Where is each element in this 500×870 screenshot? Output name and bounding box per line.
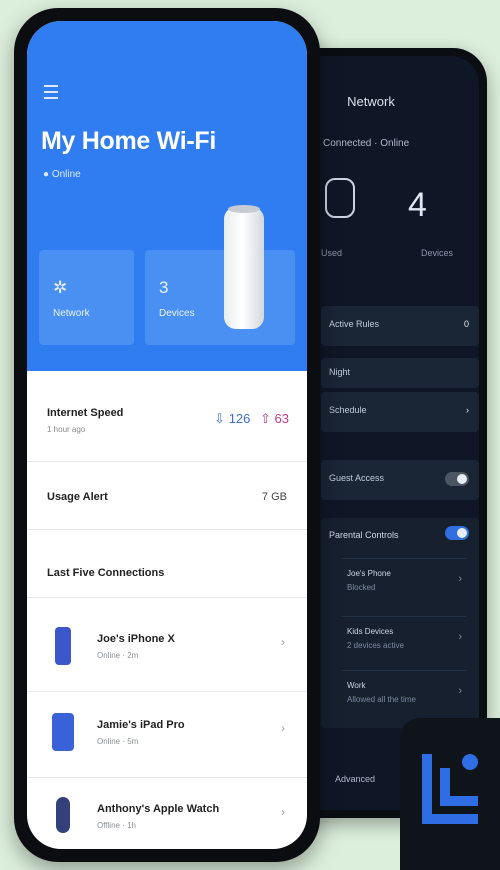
download-speed: ⇩ 126 — [214, 411, 251, 426]
stat-label-devices: Devices — [421, 248, 454, 258]
router-image — [224, 207, 264, 329]
parental-item-sub: 2 devices active — [347, 641, 404, 650]
chevron-right-icon: › — [458, 573, 462, 585]
network-card-label: Network — [53, 308, 90, 319]
parental-controls-toggle[interactable] — [445, 526, 469, 540]
chevron-right-icon: › — [458, 685, 462, 697]
menu-icon[interactable] — [44, 85, 58, 99]
chevron-right-icon: › — [281, 805, 285, 819]
divider — [27, 461, 307, 462]
chevron-right-icon: › — [466, 405, 469, 415]
stat-devices-count: 4 — [408, 186, 427, 224]
divider — [27, 529, 307, 530]
usage-alert-value: 7 GB — [261, 491, 287, 503]
night-label: Night — [329, 367, 351, 377]
schedule-row[interactable]: Schedule › — [321, 392, 479, 432]
active-rules-label: Active Rules — [329, 319, 380, 329]
settings-icon: ✲ — [53, 278, 68, 297]
guest-access-label: Guest Access — [329, 473, 385, 483]
parental-item-title: Joe's Phone — [347, 569, 391, 578]
device-meta: Offline · 1h — [97, 821, 136, 830]
devices-count: 3 — [159, 278, 169, 297]
active-rules-row[interactable]: Active Rules 0 — [321, 306, 479, 346]
stat-label-used: Used — [321, 248, 343, 258]
parental-controls-panel: Parental Controls Joe's Phone Blocked › … — [321, 518, 479, 728]
parental-item-sub: Blocked — [347, 583, 376, 592]
watch-icon — [56, 797, 70, 833]
night-row[interactable]: Night — [321, 358, 479, 388]
network-title: My Home Wi-Fi — [41, 127, 217, 155]
parental-item-title: Kids Devices — [347, 627, 394, 636]
tablet-icon — [52, 713, 74, 751]
usage-icon — [325, 178, 355, 218]
device-name: Jamie's iPad Pro — [97, 719, 185, 731]
recent-connections-title: Last Five Connections — [47, 567, 165, 579]
chevron-right-icon: › — [281, 721, 285, 735]
router-top — [228, 205, 260, 213]
hero-header: My Home Wi-Fi ● Online ✲ Network 3 Devic… — [27, 21, 307, 371]
chevron-right-icon: › — [281, 635, 285, 649]
parental-item-title: Work — [347, 681, 366, 690]
app-logo — [400, 718, 500, 870]
divider — [27, 777, 307, 778]
smartphone-icon — [55, 627, 71, 665]
device-meta: Online · 2m — [97, 651, 139, 660]
usage-alert-title: Usage Alert — [47, 491, 108, 503]
device-row[interactable]: Anthony's Apple Watch Offline · 1h › — [27, 791, 307, 849]
parental-controls-label: Parental Controls — [329, 530, 399, 540]
network-card[interactable]: ✲ Network — [39, 250, 134, 345]
logo-mark-icon — [422, 754, 478, 824]
devices-card-label: Devices — [159, 308, 195, 319]
parental-item[interactable]: Joe's Phone Blocked › — [341, 558, 466, 609]
network-status-text: Online — [51, 169, 81, 180]
parental-item-sub: Allowed all the time — [347, 695, 416, 704]
device-meta: Online · 5m — [97, 737, 139, 746]
internet-speed-sub: 1 hour ago — [47, 425, 86, 434]
parental-item[interactable]: Work Allowed all the time › — [341, 670, 466, 721]
device-name: Anthony's Apple Watch — [97, 803, 220, 815]
download-value: 126 — [228, 411, 251, 426]
parental-item[interactable]: Kids Devices 2 devices active › — [341, 616, 466, 667]
guest-access-row[interactable]: Guest Access — [321, 460, 479, 500]
schedule-label: Schedule — [329, 405, 367, 415]
device-row[interactable]: Jamie's iPad Pro Online · 5m › — [27, 707, 307, 787]
network-status: ● Online — [43, 169, 81, 180]
phone-light: My Home Wi-Fi ● Online ✲ Network 3 Devic… — [14, 8, 320, 862]
upload-speed: ⇧ 63 — [260, 411, 289, 426]
dark-subtitle: Connected · Online — [323, 138, 410, 149]
device-name: Joe's iPhone X — [97, 633, 175, 645]
device-row[interactable]: Joe's iPhone X Online · 2m › — [27, 621, 307, 701]
active-rules-value: 0 — [463, 319, 469, 329]
devices-card[interactable]: 3 Devices — [145, 250, 295, 345]
advanced-link[interactable]: Advanced — [335, 774, 375, 784]
speed-values: ⇩ 126 ⇧ 63 — [214, 411, 289, 427]
divider — [27, 597, 307, 598]
light-screen: My Home Wi-Fi ● Online ✲ Network 3 Devic… — [27, 21, 307, 849]
upload-value: 63 — [274, 411, 289, 426]
internet-speed-title: Internet Speed — [47, 407, 124, 419]
chevron-right-icon: › — [458, 631, 462, 643]
divider — [27, 691, 307, 692]
guest-access-toggle[interactable] — [445, 472, 469, 486]
